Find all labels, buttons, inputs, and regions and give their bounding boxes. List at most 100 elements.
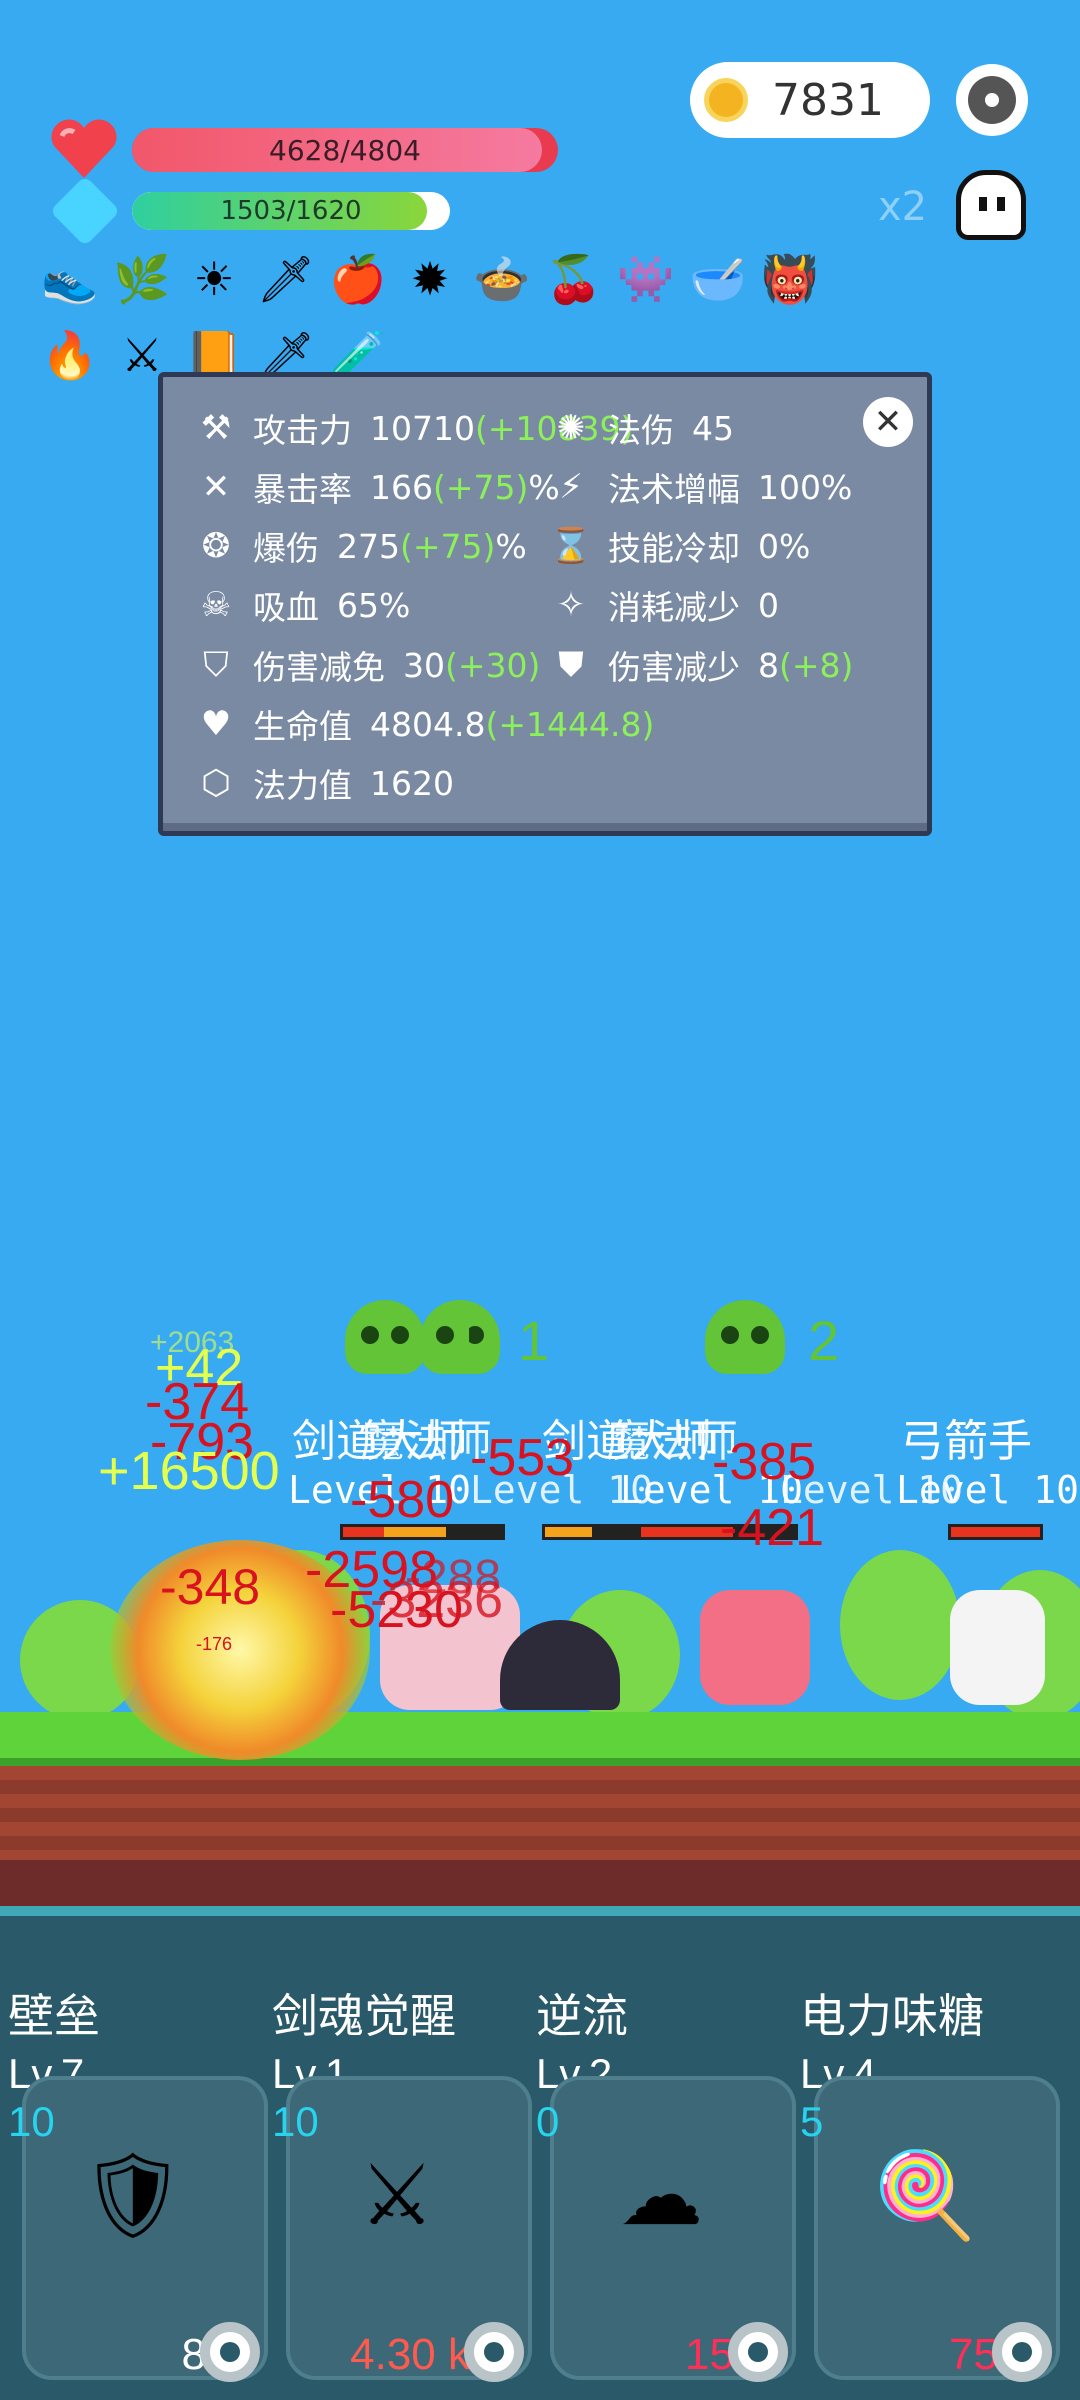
gear-icon bbox=[968, 76, 1016, 124]
ghost-icon[interactable] bbox=[956, 170, 1026, 240]
skill-name: 剑魂觉醒 bbox=[272, 1989, 456, 2043]
stat-row: ❂ 爆伤 275 (+75)% bbox=[193, 521, 527, 571]
stat-label: 技能冷却 bbox=[608, 529, 740, 568]
item-icon: 🍲 bbox=[473, 252, 531, 306]
stat-label: 法力值 bbox=[253, 766, 352, 805]
stat-value: 8 bbox=[758, 645, 779, 685]
stat-value: 1620 bbox=[370, 763, 454, 803]
top-hud: 7831 4628/4804 1503/1620 x2 👟 🌿 ☀ 🗡 🍎 ✹ 🍲 🍒 👾 🥣 👹 … bbox=[0, 0, 1080, 420]
coin-amount: 7831 bbox=[772, 74, 884, 126]
wave-icon: ☁ bbox=[619, 2146, 703, 2244]
close-button[interactable]: ✕ bbox=[863, 397, 913, 447]
skill-upgrade-cost: 15 bbox=[685, 2330, 734, 2379]
skill-slot: 壁垒 Lv.7 10 🛡 8 bbox=[8, 1980, 270, 2382]
skills-panel-border bbox=[0, 1906, 1080, 1916]
mana-icon: ⬡ bbox=[201, 763, 231, 803]
skill-number: 10 bbox=[8, 2098, 55, 2145]
stat-value: 0 bbox=[758, 585, 779, 625]
mana-bar: 1503/1620 bbox=[132, 192, 450, 230]
enemy-health-bar bbox=[948, 1524, 1043, 1540]
skill-number: 10 bbox=[272, 2098, 319, 2145]
stat-label: 伤害减少 bbox=[608, 648, 740, 687]
upgrade-gear-button[interactable] bbox=[728, 2322, 788, 2382]
settings-button[interactable] bbox=[956, 64, 1028, 136]
archer-enemy bbox=[950, 1590, 1045, 1705]
skill-name: 逆流 bbox=[536, 1989, 628, 2043]
shield-icon: ⛉ bbox=[203, 645, 229, 685]
skill-slot: 逆流 Lv.2 0 ☁ 15 bbox=[536, 1980, 798, 2382]
stat-row: ⚡ 法术增幅 100% bbox=[548, 462, 852, 512]
stat-row: ⛉ 伤害减免 30 (+30) bbox=[193, 640, 540, 690]
stat-value: 30 bbox=[403, 645, 445, 685]
enemy-level: Level 10 bbox=[896, 1468, 1080, 1512]
lollipop-icon: 🍭 bbox=[872, 2145, 978, 2244]
heart-icon: ♥ bbox=[200, 704, 232, 744]
stat-bonus: (+30) bbox=[445, 645, 541, 685]
item-icon: 🍎 bbox=[329, 252, 387, 306]
upgrade-gear-button[interactable] bbox=[464, 2322, 524, 2382]
enemy-health-bar bbox=[542, 1524, 642, 1540]
item-icon: 🍒 bbox=[545, 252, 603, 306]
kill-count: 1 bbox=[450, 1309, 482, 1372]
kill-count: 2 bbox=[808, 1309, 840, 1372]
item-icon: ☀ bbox=[193, 252, 235, 306]
item-icon: 👹 bbox=[761, 252, 819, 306]
stat-label: 消耗减少 bbox=[608, 588, 740, 627]
stat-row: ☠ 吸血 65% bbox=[193, 580, 411, 630]
damage-number: -421 bbox=[720, 1499, 825, 1557]
wand-icon: ✧ bbox=[556, 585, 586, 625]
item-icon: 🥣 bbox=[689, 252, 747, 306]
stat-row: ✧ 消耗减少 0 bbox=[548, 580, 779, 630]
spell-damage-icon: ✺ bbox=[556, 408, 586, 448]
upgrade-gear-button[interactable] bbox=[992, 2322, 1052, 2382]
item-row-1: 👟 🌿 ☀ 🗡 🍎 ✹ 🍲 🍒 👾 🥣 👹 bbox=[40, 248, 1040, 310]
close-icon: ✕ bbox=[873, 402, 903, 442]
item-icon: 👾 bbox=[617, 252, 675, 306]
stat-row: ⌛ 技能冷却 0% bbox=[548, 521, 811, 571]
stat-bonus: (+75) bbox=[400, 526, 496, 566]
skill-upgrade-cost: 4.30 k bbox=[350, 2330, 470, 2379]
stat-value: 10710 bbox=[370, 408, 475, 448]
damage-number: -348 bbox=[160, 1559, 261, 1615]
health-text: 4628/4804 bbox=[269, 133, 421, 167]
stat-label: 攻击力 bbox=[253, 411, 352, 450]
skill-number: 5 bbox=[800, 2098, 824, 2145]
damage-number: -580 bbox=[350, 1471, 455, 1529]
skull-icon bbox=[705, 1300, 785, 1374]
stat-value: 100% bbox=[758, 467, 853, 507]
armor-icon: ⛊ bbox=[558, 645, 584, 685]
crit-icon: ✕ bbox=[201, 467, 231, 507]
burst-icon: ❂ bbox=[201, 526, 231, 566]
stat-bonus: (+1444.8) bbox=[485, 704, 655, 744]
mana-text: 1503/1620 bbox=[220, 196, 362, 226]
damage-number: -385 bbox=[712, 1433, 817, 1491]
speed-multiplier[interactable]: x2 bbox=[878, 184, 927, 230]
armor-skill-icon: 🛡 bbox=[79, 2145, 187, 2244]
stat-label: 法伤 bbox=[608, 411, 674, 450]
coin-icon bbox=[704, 78, 748, 122]
item-icon: 👟 bbox=[41, 252, 99, 306]
stat-row: ⬡ 法力值 1620 bbox=[193, 758, 454, 808]
stat-row: ♥ 生命值 4804.8 (+1444.8) bbox=[193, 699, 655, 749]
stat-bonus: (+75) bbox=[433, 467, 529, 507]
ground-deep bbox=[0, 1860, 1080, 1906]
health-bar: 4628/4804 bbox=[132, 128, 558, 172]
skill-number: 0 bbox=[536, 2098, 560, 2145]
stat-value: 275 bbox=[337, 526, 400, 566]
stat-value: 65% bbox=[337, 585, 411, 625]
stat-label: 伤害减免 bbox=[253, 648, 385, 687]
skill-upgrade-cost: 75 bbox=[949, 2330, 998, 2379]
item-icon: ✹ bbox=[410, 252, 450, 306]
skull-icon bbox=[345, 1300, 425, 1374]
stat-bonus: (+8) bbox=[779, 645, 854, 685]
upgrade-gear-button[interactable] bbox=[200, 2322, 260, 2382]
skill-name: 壁垒 bbox=[8, 1989, 100, 2043]
stat-unit: % bbox=[495, 526, 527, 566]
damage-number: -553 bbox=[470, 1429, 575, 1487]
enemy-name: 弓箭手 bbox=[900, 1416, 1032, 1467]
stat-value: 45 bbox=[692, 408, 734, 448]
vampire-icon: ☠ bbox=[200, 585, 232, 625]
hourglass-icon: ⌛ bbox=[549, 526, 593, 566]
stat-value: 0% bbox=[758, 526, 811, 566]
pink-enemy bbox=[700, 1590, 810, 1705]
